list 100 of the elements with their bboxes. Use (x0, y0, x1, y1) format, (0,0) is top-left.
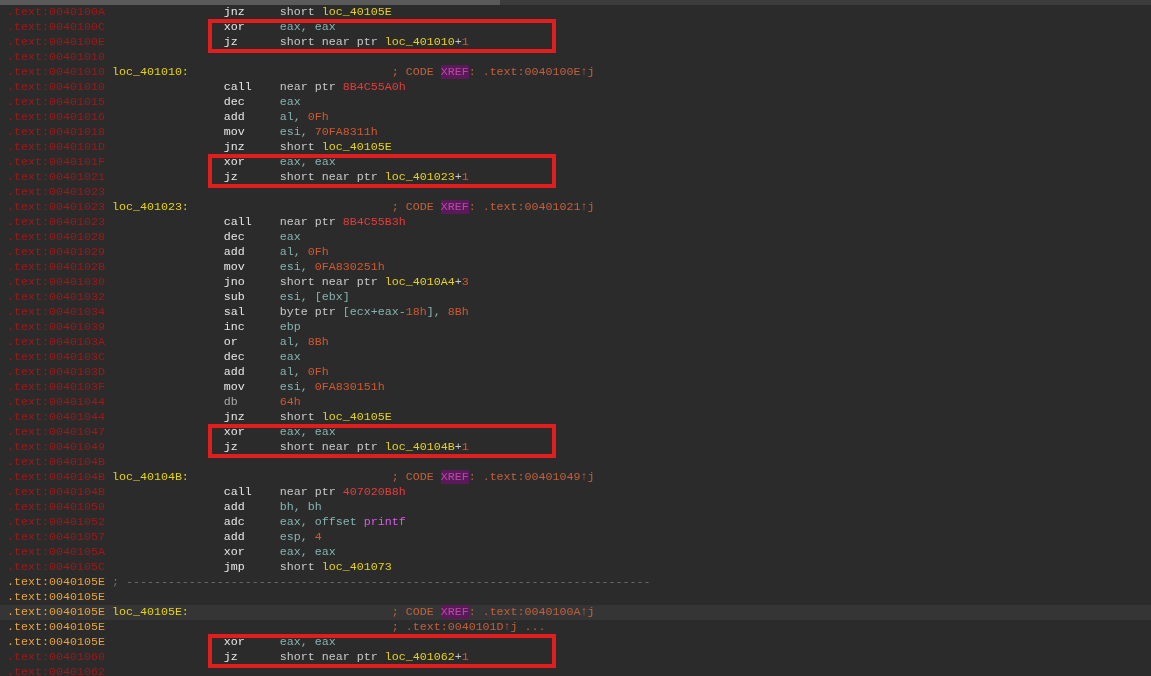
mnemonic: jmp (223, 560, 246, 575)
code-label[interactable]: loc_40104B: (111, 470, 189, 484)
operand: eax, eax (279, 425, 336, 440)
address: .text:00401010 (7, 50, 106, 65)
operand: eax (279, 95, 301, 110)
address: .text:0040103A (7, 335, 106, 350)
address: .text:00401060 (7, 650, 106, 665)
address: .text:0040105E (7, 620, 106, 635)
address: .text:0040101D (7, 140, 106, 155)
mnemonic: add (223, 245, 246, 260)
mnemonic: xor (223, 20, 246, 35)
operand: short loc_40105E (279, 140, 392, 155)
operand: al, 0Fh (279, 110, 329, 125)
mnemonic: mov (223, 125, 246, 140)
code-label[interactable]: loc_40105E: (111, 605, 189, 619)
address: .text:0040104B (7, 470, 106, 485)
comment: ; CODE XREF: .text:00401021↑j (391, 200, 595, 215)
address: .text:0040105E (7, 575, 106, 590)
operand: esi, 0FA830151h (279, 380, 385, 395)
address: .text:0040104B (7, 485, 106, 500)
address: .text:00401052 (7, 515, 106, 530)
mnemonic: xor (223, 425, 246, 440)
code-label[interactable]: loc_401023: (111, 200, 189, 214)
mnemonic: sub (223, 290, 246, 305)
address: .text:00401023 (7, 200, 106, 215)
mnemonic: jz (223, 440, 239, 455)
address: .text:00401016 (7, 110, 106, 125)
mnemonic: xor (223, 545, 246, 560)
operand: near ptr 8B4C55A0h (279, 80, 406, 95)
address: .text:0040105C (7, 560, 106, 575)
mnemonic: inc (223, 320, 246, 335)
address: .text:0040102B (7, 260, 106, 275)
address: .text:00401030 (7, 275, 106, 290)
mnemonic: jz (223, 170, 239, 185)
operand: near ptr 407020B8h (279, 485, 406, 500)
comment: ; CODE XREF: .text:0040100E↑j (391, 65, 595, 80)
operand: short near ptr loc_401010+1 (279, 35, 469, 50)
operand: eax (279, 350, 301, 365)
operand: esi, 70FA8311h (279, 125, 378, 140)
mnemonic: dec (223, 95, 246, 110)
operand: eax, eax (279, 635, 336, 650)
code-label[interactable]: loc_401010: (111, 65, 189, 79)
operand: byte ptr [ecx+eax-18h], 8Bh (279, 305, 469, 320)
mnemonic: add (223, 530, 246, 545)
address: .text:00401034 (7, 305, 106, 320)
mnemonic: add (223, 500, 246, 515)
comment: ; CODE XREF: .text:00401049↑j (391, 470, 595, 485)
address: .text:00401062 (7, 665, 106, 676)
mnemonic: xor (223, 635, 246, 650)
operand: short near ptr loc_401062+1 (279, 650, 469, 665)
operand: al, 8Bh (279, 335, 329, 350)
operand: eax, eax (279, 155, 336, 170)
address: .text:0040104B (7, 455, 106, 470)
operand: al, 0Fh (279, 365, 329, 380)
mnemonic: jnz (223, 5, 246, 20)
operand: al, 0Fh (279, 245, 329, 260)
address: .text:00401028 (7, 230, 106, 245)
operand: eax, eax (279, 20, 336, 35)
mnemonic: adc (223, 515, 246, 530)
address: .text:0040103C (7, 350, 106, 365)
address: .text:00401032 (7, 290, 106, 305)
address: .text:00401050 (7, 500, 106, 515)
address: .text:0040105E (7, 635, 106, 650)
mnemonic: dec (223, 350, 246, 365)
operand: short near ptr loc_40104B+1 (279, 440, 469, 455)
operand: short loc_40105E (279, 410, 392, 425)
operand: eax, eax (279, 545, 336, 560)
directive: db (223, 395, 239, 410)
operand: bh, bh (279, 500, 322, 515)
mnemonic: or (223, 335, 239, 350)
address: .text:00401039 (7, 320, 106, 335)
comment: ; .text:0040101D↑j ... (391, 620, 546, 635)
scrollbar-thumb[interactable] (0, 0, 500, 5)
scrollbar[interactable] (0, 0, 1151, 5)
address: .text:00401015 (7, 95, 106, 110)
address: .text:00401047 (7, 425, 106, 440)
address: .text:00401018 (7, 125, 106, 140)
operand: ebp (279, 320, 301, 335)
operand: near ptr 8B4C55B3h (279, 215, 406, 230)
address: .text:00401044 (7, 395, 106, 410)
mnemonic: jz (223, 650, 239, 665)
address: .text:00401021 (7, 170, 106, 185)
address: .text:00401049 (7, 440, 106, 455)
mnemonic: mov (223, 380, 246, 395)
address: .text:0040105E (7, 590, 106, 605)
address: .text:0040105A (7, 545, 106, 560)
operand: short near ptr loc_401023+1 (279, 170, 469, 185)
operand: 64h (279, 395, 301, 410)
operand: short near ptr loc_4010A4+3 (279, 275, 469, 290)
operand: esi, [ebx] (279, 290, 350, 305)
mnemonic: add (223, 110, 246, 125)
operand: short loc_40105E (279, 5, 392, 20)
address: .text:0040101F (7, 155, 106, 170)
mnemonic: jnz (223, 140, 246, 155)
mnemonic: call (223, 215, 253, 230)
mnemonic: call (223, 485, 253, 500)
mnemonic: jno (223, 275, 246, 290)
mnemonic: jnz (223, 410, 246, 425)
address: .text:0040100E (7, 35, 106, 50)
mnemonic: sal (223, 305, 246, 320)
